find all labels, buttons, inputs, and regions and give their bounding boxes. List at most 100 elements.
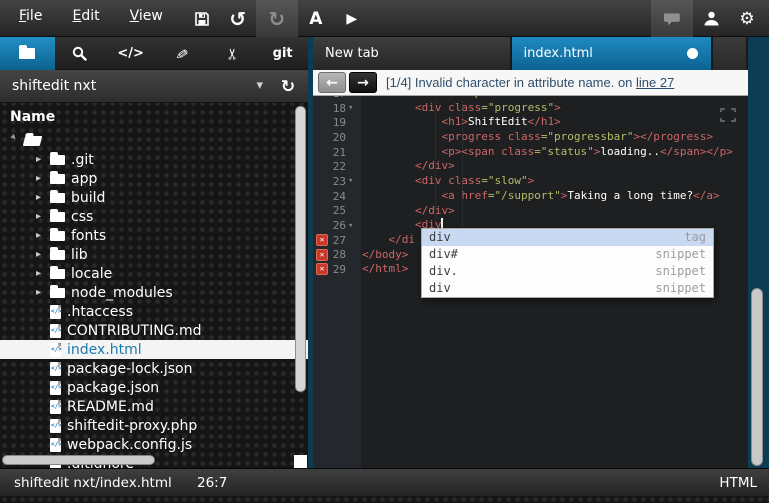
editor-pane: New tab index.html ← → [1/4] Invalid cha… (313, 37, 748, 468)
file-icon: </> (50, 400, 61, 414)
expand-arrow-icon[interactable]: ▸ (36, 154, 50, 165)
tree-item-fonts[interactable]: ▸ fonts (0, 226, 308, 245)
folder-icon (50, 288, 65, 298)
tree-item-label: fonts (71, 228, 106, 244)
tree-horizontal-scrollbar (0, 452, 294, 468)
code-line-24[interactable]: <a href="/support">Taking a long time?</… (362, 189, 748, 204)
menu-view[interactable]: View (115, 0, 178, 36)
code-line-21[interactable]: <p><span class="status">loading..</span>… (362, 145, 748, 160)
tree-item-index.html[interactable]: </>index.html (0, 340, 308, 359)
sidebar-tab-git[interactable]: git (257, 37, 308, 70)
refresh-button[interactable]: ↻ (274, 73, 302, 100)
sidebar-tab-snippets[interactable]: ✂ (207, 37, 258, 70)
tree-hscroll-thumb[interactable] (2, 455, 155, 465)
tab-index-html[interactable]: index.html (512, 37, 712, 70)
open-folder-icon (23, 136, 42, 146)
fold-arrow-icon[interactable]: ▾ (346, 103, 359, 113)
tree-vscroll-thumb[interactable] (295, 106, 306, 392)
folder-icon (50, 212, 65, 222)
menu-edit[interactable]: Edit (57, 0, 114, 36)
code-line-19[interactable]: <h1>ShiftEdit</h1> (362, 115, 748, 130)
undo-button[interactable]: ↺ (220, 0, 256, 37)
tree-item-lib[interactable]: ▸lib (0, 245, 308, 264)
file-mode[interactable]: HTML (719, 475, 757, 491)
expand-arrow-icon[interactable]: ▸ (36, 192, 50, 203)
tree-item-root[interactable]: ▸ (0, 131, 308, 150)
code-line-25[interactable]: </div> (362, 204, 748, 219)
code-line-20[interactable]: <progress class="progressbar"></progress… (362, 130, 748, 145)
tree-item-label: package.json (67, 380, 159, 396)
save-button[interactable] (184, 0, 220, 37)
account-button[interactable] (693, 0, 729, 37)
editor-scrollbar-thumb[interactable] (751, 288, 763, 466)
tree-item-shiftedit-proxy.php[interactable]: </>shiftedit-proxy.php (0, 416, 308, 435)
autocomplete-item[interactable]: div#snippet (422, 246, 713, 263)
sidebar-tab-files[interactable] (0, 37, 55, 70)
tree-item-.htaccess[interactable]: </>.htaccess (0, 302, 308, 321)
sidebar-tab-search[interactable] (55, 37, 106, 70)
code-line-23[interactable]: <div class="slow"> (362, 174, 748, 189)
tree-item-label: .git (71, 152, 94, 168)
chat-icon (663, 11, 681, 27)
tree-item-css[interactable]: ▸css (0, 207, 308, 226)
folder-icon (50, 250, 65, 260)
folder-icon (50, 155, 65, 165)
fold-arrow-icon[interactable]: ▾ (346, 221, 359, 231)
error-icon: ✕ (316, 249, 328, 261)
run-button[interactable]: ▶ (334, 0, 370, 37)
tree-item-label: package-lock.json (67, 361, 193, 377)
pencil-icon: ✎ (171, 46, 191, 62)
sidebar-tabs: </> ✎ ✂ git (0, 37, 308, 70)
expand-arrow-icon[interactable]: ▸ (36, 268, 50, 279)
autocomplete-item[interactable]: divsnippet (422, 280, 713, 297)
tree-item-app[interactable]: ▸ app (0, 169, 308, 188)
chat-button[interactable] (651, 0, 693, 37)
user-icon (703, 10, 720, 27)
prev-error-button[interactable]: ← (318, 72, 346, 93)
sidebar-tab-code[interactable]: </> (105, 37, 156, 70)
error-line-link[interactable]: line 27 (636, 75, 674, 90)
menu-file[interactable]: File (4, 0, 57, 36)
tree-item-label: .htaccess (67, 304, 133, 320)
tree-item-package.json[interactable]: </>package.json (0, 378, 308, 397)
tree-item-node_modules[interactable]: ▸node_modules (0, 283, 308, 302)
next-error-button[interactable]: → (349, 72, 377, 93)
expand-arrow-icon[interactable]: ▸ (36, 230, 50, 241)
tree-item-locale[interactable]: ▸locale (0, 264, 308, 283)
font-size-button[interactable]: A (298, 0, 334, 37)
editor-gutter: 1718▾1920212223▾242526▾✕27✕28✕29 (313, 96, 361, 468)
tab-stub[interactable] (713, 37, 746, 70)
site-selector[interactable]: shiftedit nxt ▾ ↻ (0, 70, 308, 103)
file-icon: </> (50, 438, 61, 452)
save-icon (194, 11, 210, 27)
editor-gutter-rows: 1718▾1920212223▾242526▾✕27✕28✕29 (313, 96, 361, 277)
tree-item-build[interactable]: ▸build (0, 188, 308, 207)
scrollbar-corner (294, 455, 307, 468)
toolbar-buttons: ↺ ↻ A ▶ (184, 0, 370, 36)
tree-item-.git[interactable]: ▸ .git (0, 150, 308, 169)
tree-item-README.md[interactable]: </>README.md (0, 397, 308, 416)
tab-new-tab[interactable]: New tab (313, 37, 510, 70)
expand-arrow-icon[interactable]: ▸ (36, 249, 50, 260)
autocomplete-item[interactable]: div.snippet (422, 263, 713, 280)
fullscreen-icon[interactable] (720, 108, 736, 122)
expand-arrow-icon[interactable]: ▸ (36, 211, 50, 222)
fold-arrow-icon[interactable]: ▾ (346, 176, 359, 186)
tree-column-header: Name (0, 103, 308, 131)
tree-item-label: app (71, 171, 97, 187)
autocomplete-item[interactable]: divtag (422, 229, 713, 246)
expand-arrow-icon[interactable]: ▸ (36, 287, 50, 298)
tree-item-package-lock.json[interactable]: </>package-lock.json (0, 359, 308, 378)
code-line-18[interactable]: <div class="progress"> (362, 101, 748, 116)
folder-icon (19, 48, 35, 59)
tree-item-CONTRIBUTING.md[interactable]: </>CONTRIBUTING.md (0, 321, 308, 340)
settings-button[interactable]: ⚙ (729, 0, 765, 37)
tree-item-label: index.html (67, 342, 142, 358)
site-selector-label: shiftedit nxt (12, 78, 96, 94)
expand-arrow-icon[interactable]: ▸ (36, 173, 50, 184)
redo-button[interactable]: ↻ (256, 0, 298, 37)
sidebar-tab-edit[interactable]: ✎ (156, 37, 207, 70)
code-line-22[interactable]: </div> (362, 159, 748, 174)
search-icon (72, 46, 87, 61)
code-editor[interactable]: 1718▾1920212223▾242526▾✕27✕28✕29 <div cl… (313, 96, 748, 468)
